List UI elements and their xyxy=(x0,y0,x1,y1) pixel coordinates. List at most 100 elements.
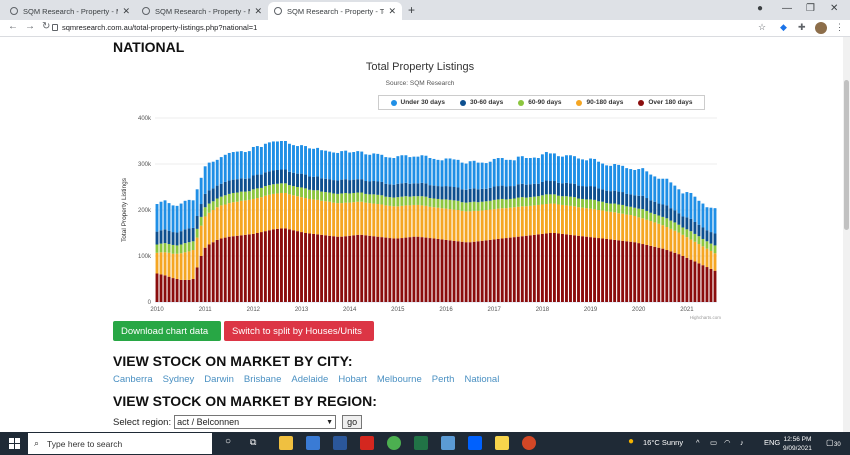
legend-item[interactable]: 60-90 days xyxy=(518,99,561,106)
bar-segment xyxy=(484,210,488,241)
scrollbar-thumb[interactable] xyxy=(844,80,849,230)
browser-tab-1[interactable]: SQM Research - Property - My R ✕ xyxy=(4,2,136,20)
bar-segment xyxy=(661,225,665,249)
tray-chevron-icon[interactable]: ^ xyxy=(696,438,700,447)
bar-segment xyxy=(267,171,271,186)
split-houses-units-button[interactable]: Switch to split by Houses/Units xyxy=(224,321,374,341)
bar-segment xyxy=(649,200,653,213)
system-clock[interactable]: 12:56 PM 9/09/2021 xyxy=(783,435,812,453)
clock-date: 9/09/2021 xyxy=(783,445,812,452)
city-link-adelaide[interactable]: Adelaide xyxy=(291,374,328,385)
close-tab-icon[interactable]: ✕ xyxy=(122,6,130,17)
bar-segment xyxy=(215,159,219,186)
file-explorer-icon[interactable] xyxy=(279,436,293,450)
close-tab-icon[interactable]: ✕ xyxy=(388,6,396,17)
bar-segment xyxy=(573,206,576,236)
city-link-national[interactable]: National xyxy=(464,374,499,385)
bar-segment xyxy=(448,199,452,210)
reload-icon[interactable]: ↻ xyxy=(42,21,50,32)
go-button[interactable]: go xyxy=(342,415,363,429)
bar-segment xyxy=(605,190,609,204)
legend-item[interactable]: 90-180 days xyxy=(576,99,623,106)
browser-tab-2[interactable]: SQM Research - Property - My R ✕ xyxy=(136,2,268,20)
legend-item[interactable]: 30-60 days xyxy=(459,99,504,106)
kebab-menu-icon[interactable]: ⋮ xyxy=(835,22,844,33)
bar-segment xyxy=(653,246,657,302)
excel-icon[interactable] xyxy=(414,436,428,450)
minimize-icon[interactable]: — xyxy=(782,3,792,14)
bookmark-star-icon[interactable]: ☆ xyxy=(758,22,766,33)
bar-segment xyxy=(552,181,556,195)
language-indicator[interactable]: ENG xyxy=(764,438,780,447)
legend-label: 30-60 days xyxy=(469,99,504,106)
weather-text[interactable]: 16°C Sunny xyxy=(643,438,683,447)
task-view-icon[interactable]: ⧉ xyxy=(250,437,256,448)
bar-segment xyxy=(187,279,191,302)
avatar[interactable] xyxy=(815,22,827,34)
bar-segment xyxy=(255,188,259,199)
bar-segment xyxy=(336,180,340,194)
app-icon[interactable] xyxy=(441,436,455,450)
legend-item[interactable]: Over 180 days xyxy=(638,99,692,106)
acrobat-icon[interactable] xyxy=(360,436,374,450)
dropbox-icon[interactable] xyxy=(468,436,482,450)
back-icon[interactable]: ← xyxy=(8,21,18,32)
wifi-icon[interactable]: ◠ xyxy=(724,438,731,447)
chevron-down-icon: ▼ xyxy=(326,418,334,426)
city-link-brisbane[interactable]: Brisbane xyxy=(244,374,282,385)
cortana-icon[interactable]: ○ xyxy=(225,436,231,447)
bar-segment xyxy=(713,245,717,254)
bar-segment xyxy=(681,193,685,217)
bar-segment xyxy=(609,239,613,302)
city-link-darwin[interactable]: Darwin xyxy=(204,374,234,385)
bar-segment xyxy=(665,218,669,228)
volume-icon[interactable]: ♪ xyxy=(740,438,744,447)
mail-icon[interactable] xyxy=(306,436,320,450)
y-tick-label: 100k xyxy=(138,254,152,260)
restore-icon[interactable]: ❐ xyxy=(806,3,815,14)
close-window-icon[interactable]: ✕ xyxy=(830,3,838,14)
legend-item[interactable]: Under 30 days xyxy=(390,99,445,106)
word-icon[interactable] xyxy=(333,436,347,450)
bar-segment xyxy=(673,185,677,211)
bar-segment xyxy=(496,238,500,302)
browser-tab-3[interactable]: SQM Research - Property - Total ✕ xyxy=(268,2,402,20)
bar-segment xyxy=(693,196,697,222)
bar-segment xyxy=(605,238,609,302)
city-link-sydney[interactable]: Sydney xyxy=(163,374,195,385)
url-field[interactable]: sqmresearch.com.au/total-property-listin… xyxy=(62,23,257,32)
bar-segment xyxy=(368,203,372,236)
network-icon[interactable]: ▭ xyxy=(710,438,717,447)
new-tab-icon[interactable]: + xyxy=(408,3,415,17)
powerpoint-icon[interactable] xyxy=(522,436,536,450)
windows-start-icon[interactable] xyxy=(9,438,20,449)
sticky-notes-icon[interactable] xyxy=(495,436,509,450)
bar-segment xyxy=(697,236,701,245)
bar-segment xyxy=(251,198,255,234)
bar-segment xyxy=(239,200,243,236)
chrome-icon[interactable] xyxy=(387,436,401,450)
city-link-canberra[interactable]: Canberra xyxy=(113,374,153,385)
city-link-melbourne[interactable]: Melbourne xyxy=(377,374,422,385)
bar-segment xyxy=(332,202,336,237)
forward-icon[interactable]: → xyxy=(25,21,35,32)
y-tick-label: 0 xyxy=(148,300,152,306)
profile-menu-icon[interactable]: ● xyxy=(757,3,763,14)
bar-segment xyxy=(255,233,259,302)
region-select[interactable]: act / Belconnen ▼ xyxy=(174,415,337,429)
city-link-perth[interactable]: Perth xyxy=(432,374,455,385)
extension-icon[interactable]: ◆ xyxy=(780,22,787,33)
extensions-puzzle-icon[interactable]: ✚ xyxy=(798,22,806,33)
city-link-hobart[interactable]: Hobart xyxy=(338,374,367,385)
bar-segment xyxy=(709,232,713,244)
bar-segment xyxy=(460,210,464,242)
bar-segment xyxy=(512,186,516,199)
bar-segment xyxy=(625,206,629,215)
download-chart-data-button[interactable]: Download chart data xyxy=(113,321,221,341)
bar-segment xyxy=(199,256,203,302)
taskbar-search[interactable]: ⌕ Type here to search xyxy=(28,433,212,454)
notification-icon[interactable]: ▢ xyxy=(826,438,834,447)
bar-segment xyxy=(179,231,183,245)
close-tab-icon[interactable]: ✕ xyxy=(254,6,262,17)
bar-segment xyxy=(589,199,592,209)
